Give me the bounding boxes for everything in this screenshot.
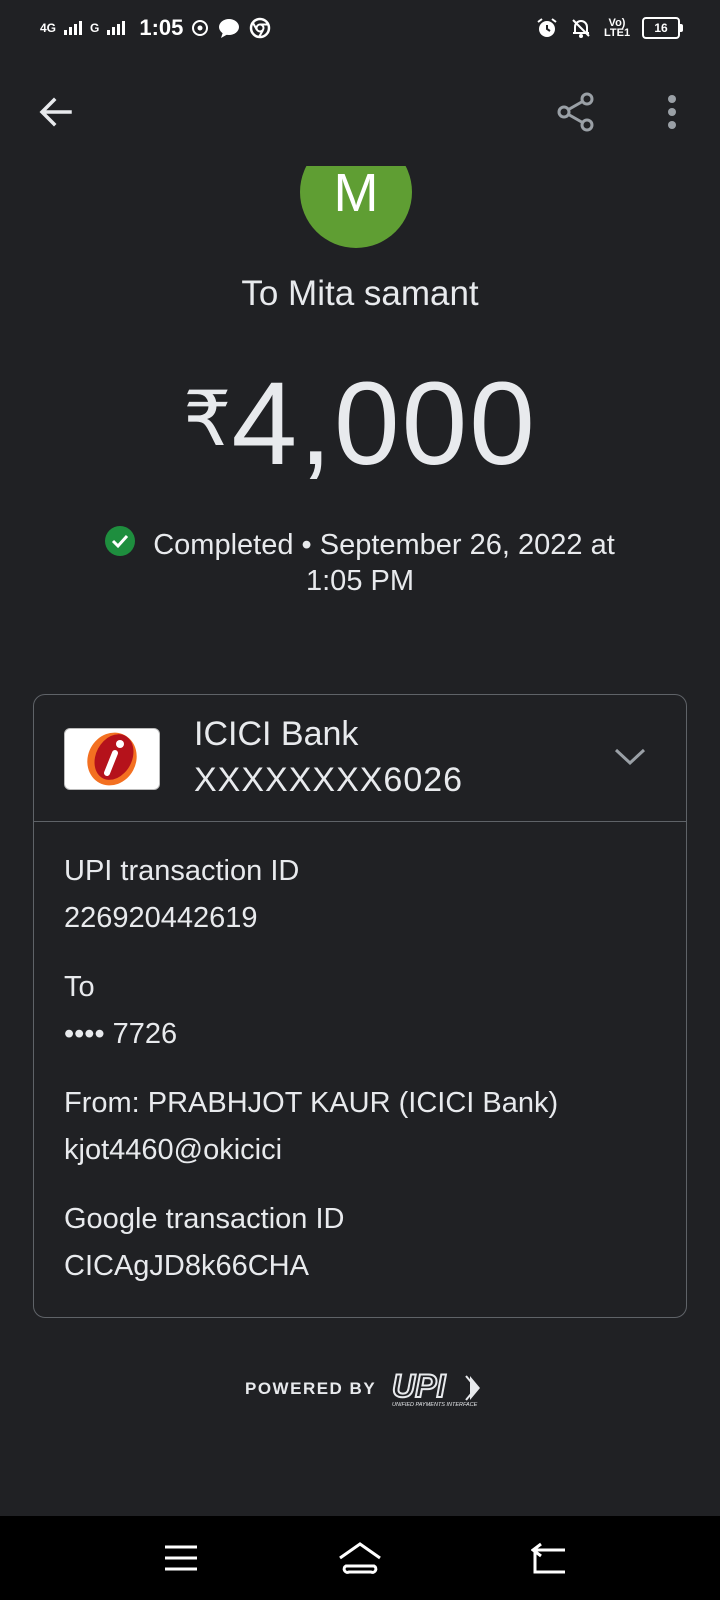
svg-text:UPI: UPI [392,1370,446,1404]
upi-transaction-id-label: UPI transaction ID [64,855,300,887]
status-bar: 4G G 1:05 Vo) LTE1 16 [0,0,720,56]
svg-text:UNIFIED PAYMENTS INTERFACE: UNIFIED PAYMENTS INTERFACE [392,1402,478,1408]
signal-icon [64,21,83,35]
recipient-title: To Mita samant [241,274,479,313]
to-label: To [64,971,95,1003]
message-icon [219,19,240,38]
network-type-sim1: 4G [40,21,57,35]
status-time: 1:05 PM [306,565,414,597]
check-circle-icon [105,526,136,556]
chrome-icon [250,17,271,39]
battery-level: 16 [654,21,668,35]
upi-logo: UPI UNIFIED PAYMENTS INTERFACE [391,1370,481,1408]
back-button[interactable] [32,88,80,136]
avatar: M [300,166,412,248]
battery-icon: 16 [642,17,683,39]
more-vert-icon [668,95,676,129]
account-number: XXXXXXXX6026 [194,761,464,799]
amount-value: 4,000 [231,358,537,490]
menu-icon [165,1545,197,1571]
sync-icon [192,20,209,36]
signal-icon [107,21,126,35]
back-nav-button[interactable] [525,1536,573,1580]
share-icon [557,92,594,132]
currency-symbol: ₹ [183,377,232,462]
from-label: From: PRABHJOT KAUR (ICICI Bank) [64,1087,559,1119]
avatar-container: M [300,166,416,252]
upi-transaction-id-value: 226920442619 [64,902,258,934]
clock: 1:05 [139,15,184,40]
system-navigation-bar [0,1516,720,1600]
bank-name: ICICI Bank [194,715,359,753]
google-transaction-id-value: CICAgJD8k66CHA [64,1250,309,1282]
back-nav-icon [531,1542,565,1574]
volte-indicator: Vo) LTE1 [604,17,631,39]
amount: ₹4,000 [0,356,720,492]
powered-by-upi: POWERED BY UPI UNIFIED PAYMENTS INTERFAC… [245,1370,486,1408]
bank-account-row[interactable]: ICICI Bank XXXXXXXX6026 [34,695,686,822]
expand-button[interactable] [608,735,652,779]
status-text: Completed [153,529,294,561]
to-account-value: •••• 7726 [64,1018,178,1050]
network-type-sim2: G [90,21,100,35]
from-upi-id: kjot4460@okicici [64,1134,283,1166]
home-icon [339,1542,381,1574]
transaction-details-card: ICICI Bank XXXXXXXX6026 UPI transaction … [33,694,687,1318]
google-transaction-id-label: Google transaction ID [64,1203,345,1235]
arrow-back-icon [39,97,72,127]
notifications-off-icon [572,19,590,38]
payment-status: Completed • September 26, 2022 at 1:05 P… [0,526,720,599]
home-button[interactable] [336,1536,384,1580]
more-options-button[interactable] [648,88,696,136]
alarm-icon [537,18,557,37]
powered-by-text: POWERED BY [245,1379,377,1398]
chevron-down-icon [614,748,646,766]
status-datetime: • September 26, 2022 at [293,529,615,561]
icici-logo [64,728,160,790]
recents-button[interactable] [157,1536,205,1580]
share-button[interactable] [552,88,600,136]
avatar-letter: M [333,166,379,223]
